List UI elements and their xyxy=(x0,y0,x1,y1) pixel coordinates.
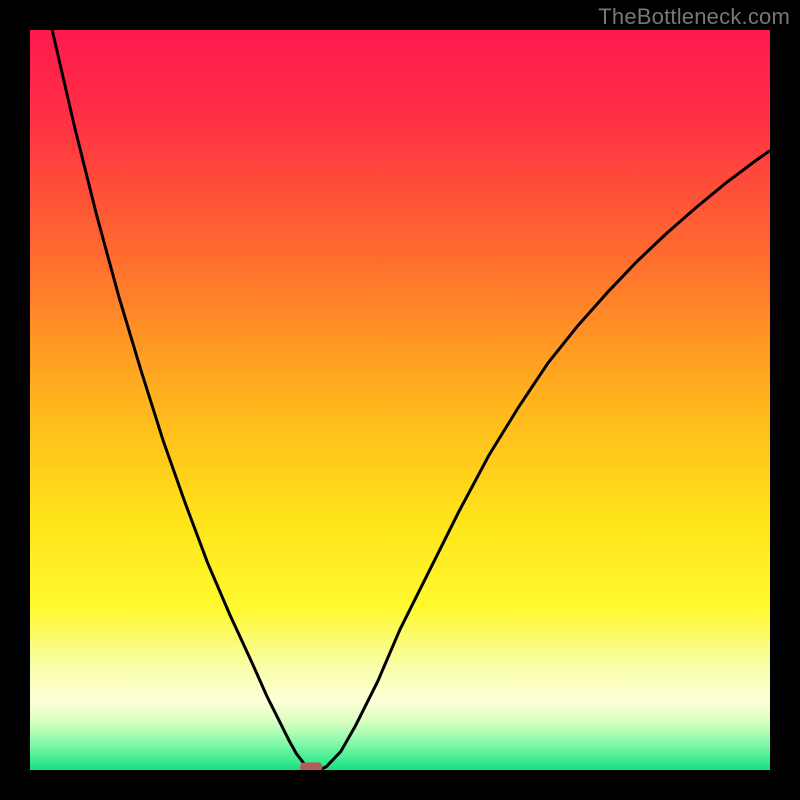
chart-frame: TheBottleneck.com xyxy=(0,0,800,800)
gradient-background xyxy=(30,30,770,770)
optimal-marker xyxy=(300,763,322,771)
watermark-text: TheBottleneck.com xyxy=(598,4,790,30)
plot-area xyxy=(30,30,770,770)
bottleneck-chart xyxy=(30,30,770,770)
